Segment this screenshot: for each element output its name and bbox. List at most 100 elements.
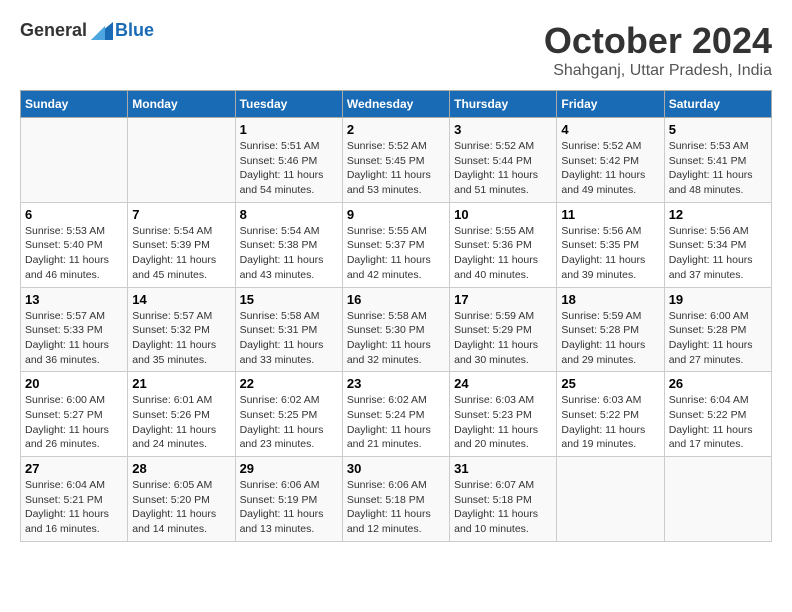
calendar-cell: 7 Sunrise: 5:54 AMSunset: 5:39 PMDaylight… xyxy=(128,202,235,287)
day-number: 5 xyxy=(669,122,767,137)
day-info: Sunrise: 5:55 AMSunset: 5:36 PMDaylight:… xyxy=(454,224,552,283)
day-number: 15 xyxy=(240,292,338,307)
weekday-header-tuesday: Tuesday xyxy=(235,91,342,118)
day-info: Sunrise: 6:01 AMSunset: 5:26 PMDaylight:… xyxy=(132,393,230,452)
calendar-cell xyxy=(128,118,235,203)
title-block: October 2024 Shahganj, Uttar Pradesh, In… xyxy=(544,20,772,80)
calendar-cell: 2Sunrise: 5:52 AMSunset: 5:45 PMDaylight… xyxy=(342,118,449,203)
day-number: 29 xyxy=(240,461,338,476)
day-info: Sunrise: 5:56 AMSunset: 5:35 PMDaylight:… xyxy=(561,224,659,283)
calendar-week-row: 27 Sunrise: 6:04 AMSunset: 5:21 PMDayligh… xyxy=(21,457,772,542)
calendar-cell: 20Sunrise: 6:00 AMSunset: 5:27 PMDayligh… xyxy=(21,372,128,457)
day-number: 10 xyxy=(454,207,552,222)
day-info: Sunrise: 6:03 AMSunset: 5:22 PMDaylight:… xyxy=(561,393,659,452)
day-info: Sunrise: 5:55 AMSunset: 5:37 PMDaylight:… xyxy=(347,224,445,283)
calendar-cell: 12 Sunrise: 5:56 AMSunset: 5:34 PMDayligh… xyxy=(664,202,771,287)
calendar-week-row: 20Sunrise: 6:00 AMSunset: 5:27 PMDayligh… xyxy=(21,372,772,457)
calendar-header-row: SundayMondayTuesdayWednesdayThursdayFrid… xyxy=(21,91,772,118)
calendar-cell: 13 Sunrise: 5:57 AMSunset: 5:33 PMDayligh… xyxy=(21,287,128,372)
calendar-cell: 19Sunrise: 6:00 AMSunset: 5:28 PMDayligh… xyxy=(664,287,771,372)
day-info: Sunrise: 6:06 AMSunset: 5:19 PMDaylight:… xyxy=(240,478,338,537)
calendar-cell: 1 Sunrise: 5:51 AMSunset: 5:46 PMDaylight… xyxy=(235,118,342,203)
day-info: Sunrise: 6:03 AMSunset: 5:23 PMDaylight:… xyxy=(454,393,552,452)
calendar-cell: 26Sunrise: 6:04 AMSunset: 5:22 PMDayligh… xyxy=(664,372,771,457)
day-number: 30 xyxy=(347,461,445,476)
day-number: 21 xyxy=(132,376,230,391)
calendar-week-row: 6 Sunrise: 5:53 AMSunset: 5:40 PMDaylight… xyxy=(21,202,772,287)
day-number: 14 xyxy=(132,292,230,307)
logo-general-text: General xyxy=(20,20,87,41)
day-number: 27 xyxy=(25,461,123,476)
day-info: Sunrise: 5:53 AMSunset: 5:40 PMDaylight:… xyxy=(25,224,123,283)
day-number: 6 xyxy=(25,207,123,222)
day-info: Sunrise: 5:51 AMSunset: 5:46 PMDaylight:… xyxy=(240,139,338,198)
calendar-cell: 29 Sunrise: 6:06 AMSunset: 5:19 PMDayligh… xyxy=(235,457,342,542)
calendar-cell xyxy=(664,457,771,542)
day-number: 20 xyxy=(25,376,123,391)
day-number: 17 xyxy=(454,292,552,307)
weekday-header-friday: Friday xyxy=(557,91,664,118)
day-info: Sunrise: 5:58 AMSunset: 5:30 PMDaylight:… xyxy=(347,309,445,368)
day-number: 8 xyxy=(240,207,338,222)
calendar-cell: 15 Sunrise: 5:58 AMSunset: 5:31 PMDayligh… xyxy=(235,287,342,372)
calendar-cell: 4 Sunrise: 5:52 AMSunset: 5:42 PMDaylight… xyxy=(557,118,664,203)
day-info: Sunrise: 5:58 AMSunset: 5:31 PMDaylight:… xyxy=(240,309,338,368)
day-number: 25 xyxy=(561,376,659,391)
weekday-header-sunday: Sunday xyxy=(21,91,128,118)
calendar-cell: 18 Sunrise: 5:59 AMSunset: 5:28 PMDayligh… xyxy=(557,287,664,372)
calendar-cell: 11 Sunrise: 5:56 AMSunset: 5:35 PMDayligh… xyxy=(557,202,664,287)
day-info: Sunrise: 6:02 AMSunset: 5:25 PMDaylight:… xyxy=(240,393,338,452)
day-info: Sunrise: 5:54 AMSunset: 5:39 PMDaylight:… xyxy=(132,224,230,283)
calendar-cell xyxy=(557,457,664,542)
logo-blue-text: Blue xyxy=(115,20,154,41)
calendar-cell: 16 Sunrise: 5:58 AMSunset: 5:30 PMDayligh… xyxy=(342,287,449,372)
calendar-cell: 22 Sunrise: 6:02 AMSunset: 5:25 PMDayligh… xyxy=(235,372,342,457)
day-number: 24 xyxy=(454,376,552,391)
day-number: 26 xyxy=(669,376,767,391)
calendar-cell xyxy=(21,118,128,203)
weekday-header-saturday: Saturday xyxy=(664,91,771,118)
day-info: Sunrise: 6:00 AMSunset: 5:28 PMDaylight:… xyxy=(669,309,767,368)
calendar-cell: 5 Sunrise: 5:53 AMSunset: 5:41 PMDaylight… xyxy=(664,118,771,203)
calendar-cell: 25 Sunrise: 6:03 AMSunset: 5:22 PMDayligh… xyxy=(557,372,664,457)
day-number: 16 xyxy=(347,292,445,307)
day-number: 31 xyxy=(454,461,552,476)
calendar-cell: 6 Sunrise: 5:53 AMSunset: 5:40 PMDaylight… xyxy=(21,202,128,287)
day-info: Sunrise: 5:52 AMSunset: 5:42 PMDaylight:… xyxy=(561,139,659,198)
day-info: Sunrise: 5:56 AMSunset: 5:34 PMDaylight:… xyxy=(669,224,767,283)
day-number: 3 xyxy=(454,122,552,137)
calendar-cell: 31 Sunrise: 6:07 AMSunset: 5:18 PMDayligh… xyxy=(450,457,557,542)
day-number: 12 xyxy=(669,207,767,222)
calendar-cell: 3 Sunrise: 5:52 AMSunset: 5:44 PMDaylight… xyxy=(450,118,557,203)
page-header: General Blue October 2024 Shahganj, Utta… xyxy=(20,20,772,80)
day-info: Sunrise: 6:07 AMSunset: 5:18 PMDaylight:… xyxy=(454,478,552,537)
month-title: October 2024 xyxy=(544,20,772,62)
calendar-week-row: 1 Sunrise: 5:51 AMSunset: 5:46 PMDaylight… xyxy=(21,118,772,203)
day-number: 9 xyxy=(347,207,445,222)
day-info: Sunrise: 6:05 AMSunset: 5:20 PMDaylight:… xyxy=(132,478,230,537)
calendar-cell: 30Sunrise: 6:06 AMSunset: 5:18 PMDayligh… xyxy=(342,457,449,542)
weekday-header-monday: Monday xyxy=(128,91,235,118)
logo: General Blue xyxy=(20,20,154,41)
day-info: Sunrise: 5:57 AMSunset: 5:32 PMDaylight:… xyxy=(132,309,230,368)
day-number: 1 xyxy=(240,122,338,137)
calendar-cell: 27 Sunrise: 6:04 AMSunset: 5:21 PMDayligh… xyxy=(21,457,128,542)
day-info: Sunrise: 5:52 AMSunset: 5:44 PMDaylight:… xyxy=(454,139,552,198)
day-number: 11 xyxy=(561,207,659,222)
calendar-cell: 8Sunrise: 5:54 AMSunset: 5:38 PMDaylight… xyxy=(235,202,342,287)
calendar-table: SundayMondayTuesdayWednesdayThursdayFrid… xyxy=(20,90,772,542)
calendar-cell: 10 Sunrise: 5:55 AMSunset: 5:36 PMDayligh… xyxy=(450,202,557,287)
day-info: Sunrise: 5:57 AMSunset: 5:33 PMDaylight:… xyxy=(25,309,123,368)
day-info: Sunrise: 5:53 AMSunset: 5:41 PMDaylight:… xyxy=(669,139,767,198)
day-number: 28 xyxy=(132,461,230,476)
day-number: 23 xyxy=(347,376,445,391)
day-info: Sunrise: 5:59 AMSunset: 5:28 PMDaylight:… xyxy=(561,309,659,368)
day-number: 4 xyxy=(561,122,659,137)
calendar-cell: 28 Sunrise: 6:05 AMSunset: 5:20 PMDayligh… xyxy=(128,457,235,542)
weekday-header-thursday: Thursday xyxy=(450,91,557,118)
day-number: 22 xyxy=(240,376,338,391)
day-info: Sunrise: 6:04 AMSunset: 5:21 PMDaylight:… xyxy=(25,478,123,537)
day-number: 7 xyxy=(132,207,230,222)
day-number: 18 xyxy=(561,292,659,307)
day-number: 13 xyxy=(25,292,123,307)
